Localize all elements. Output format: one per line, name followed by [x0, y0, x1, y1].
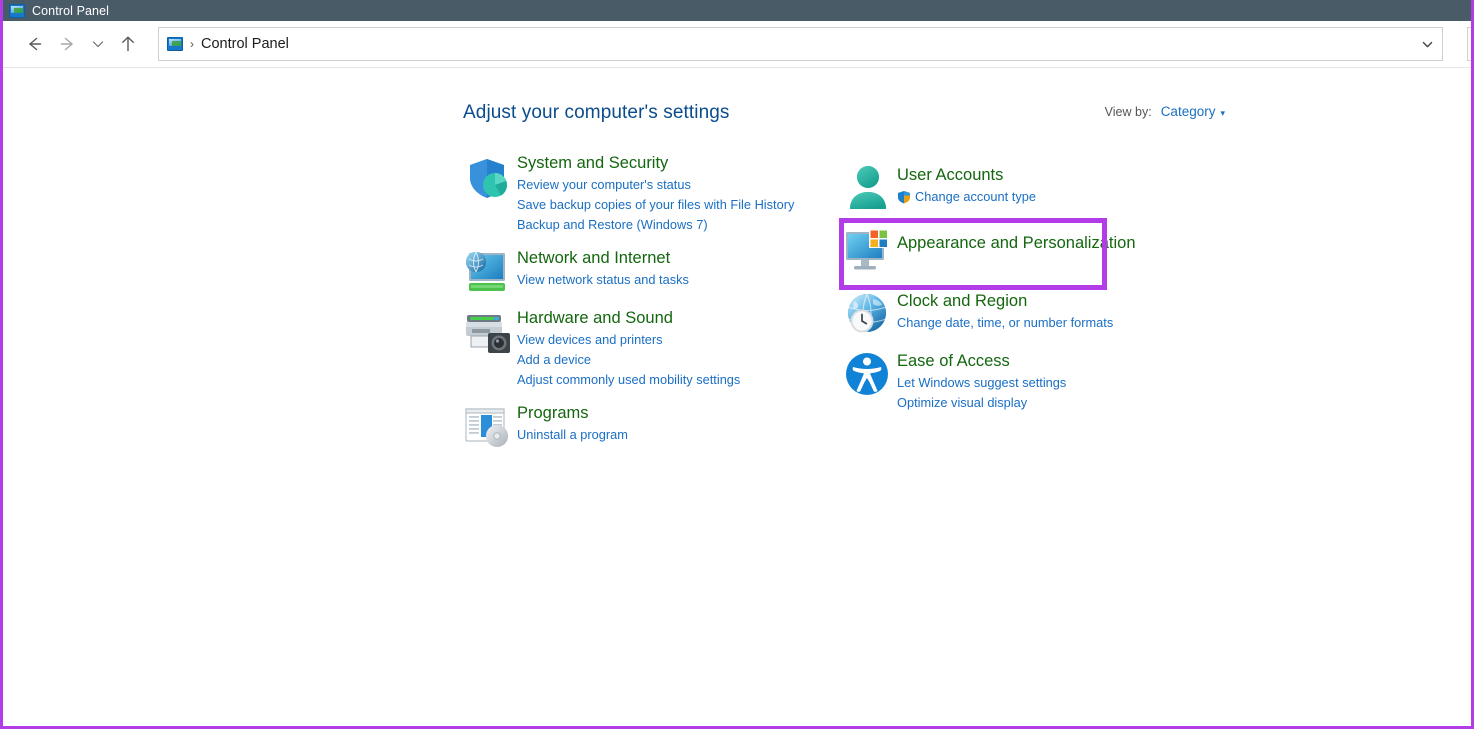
chevron-down-icon[interactable]: ▾ [1220, 108, 1225, 119]
chevron-down-icon[interactable] [1412, 28, 1442, 60]
category-body: Ease of Access Let Windows suggest setti… [897, 348, 1066, 413]
category-body: Programs Uninstall a program [517, 402, 628, 450]
category-link[interactable]: Optimize visual display [897, 393, 1066, 413]
link-text[interactable]: Add a device [517, 350, 591, 370]
category-link[interactable]: Let Windows suggest settings [897, 373, 1066, 393]
category-hardware-and-sound[interactable]: Hardware and Sound View devices and prin… [463, 307, 833, 390]
category-title[interactable]: Appearance and Personalization [897, 232, 1136, 254]
up-arrow-icon[interactable] [111, 27, 145, 61]
shield-security-icon [463, 152, 517, 235]
category-title[interactable]: Hardware and Sound [517, 307, 740, 329]
category-body: Clock and Region Change date, time, or n… [897, 288, 1113, 338]
recent-locations-chevron-icon[interactable] [85, 27, 111, 61]
link-text[interactable]: Adjust commonly used mobility settings [517, 370, 740, 390]
link-text[interactable]: View devices and printers [517, 330, 663, 350]
category-column-right: User Accounts Change account type Appear… [843, 152, 1203, 421]
category-system-and-security[interactable]: System and Security Review your computer… [463, 152, 833, 235]
page-title: Adjust your computer's settings [463, 102, 730, 123]
forward-arrow-icon[interactable] [51, 27, 85, 61]
category-network-and-internet[interactable]: Network and Internet View network status… [463, 247, 833, 295]
control-panel-window: Control Panel › Control Panel Adjust you… [0, 0, 1474, 729]
link-text[interactable]: Optimize visual display [897, 393, 1027, 413]
category-title[interactable]: User Accounts [897, 164, 1036, 186]
view-by-control: View by: Category ▾ [1105, 104, 1225, 119]
link-text[interactable]: Let Windows suggest settings [897, 373, 1066, 393]
category-link[interactable]: View devices and printers [517, 330, 740, 350]
link-text[interactable]: View network status and tasks [517, 270, 689, 290]
clock-globe-icon [843, 288, 897, 338]
link-text[interactable]: Save backup copies of your files with Fi… [517, 195, 794, 215]
view-by-label: View by: [1104, 105, 1152, 119]
breadcrumb[interactable]: Control Panel [201, 36, 289, 52]
breadcrumb-separator: › [190, 37, 194, 51]
category-body: Appearance and Personalization [897, 226, 1136, 274]
control-panel-icon [167, 37, 183, 51]
link-text[interactable]: Backup and Restore (Windows 7) [517, 215, 708, 235]
category-link[interactable]: Uninstall a program [517, 425, 628, 445]
category-link[interactable]: Adjust commonly used mobility settings [517, 370, 740, 390]
appearance-monitor-icon [843, 226, 897, 274]
category-clock-and-region[interactable]: Clock and Region Change date, time, or n… [843, 288, 1203, 338]
category-link[interactable]: Add a device [517, 350, 740, 370]
link-text[interactable]: Change date, time, or number formats [897, 313, 1113, 333]
navigation-toolbar: › Control Panel [3, 21, 1471, 68]
category-user-accounts[interactable]: User Accounts Change account type [843, 160, 1203, 212]
category-title[interactable]: System and Security [517, 152, 794, 174]
category-title[interactable]: Clock and Region [897, 290, 1113, 312]
network-globe-monitor-icon [463, 247, 517, 295]
control-panel-content: Adjust your computer's settings View by:… [3, 68, 1471, 726]
category-body: System and Security Review your computer… [517, 152, 794, 235]
window-title: Control Panel [32, 3, 110, 18]
category-body: Network and Internet View network status… [517, 247, 689, 295]
view-by-value[interactable]: Category [1161, 104, 1216, 119]
window-title-bar: Control Panel [3, 0, 1471, 21]
category-programs[interactable]: Programs Uninstall a program [463, 402, 833, 450]
link-text[interactable]: Uninstall a program [517, 425, 628, 445]
link-text[interactable]: Review your computer's status [517, 175, 691, 195]
category-column-left: System and Security Review your computer… [463, 152, 833, 458]
category-ease-of-access[interactable]: Ease of Access Let Windows suggest setti… [843, 348, 1203, 413]
link-text[interactable]: Change account type [915, 187, 1036, 207]
category-link[interactable]: View network status and tasks [517, 270, 689, 290]
search-box[interactable] [1467, 27, 1471, 61]
uac-shield-icon [897, 190, 911, 204]
category-link[interactable]: Review your computer's status [517, 175, 794, 195]
programs-disc-icon [463, 402, 517, 450]
category-body: Hardware and Sound View devices and prin… [517, 307, 740, 390]
category-title[interactable]: Ease of Access [897, 350, 1066, 372]
category-link[interactable]: Backup and Restore (Windows 7) [517, 215, 794, 235]
category-title[interactable]: Programs [517, 402, 628, 424]
category-link[interactable]: Save backup copies of your files with Fi… [517, 195, 794, 215]
address-bar[interactable]: › Control Panel [158, 27, 1443, 61]
category-title[interactable]: Network and Internet [517, 247, 689, 269]
category-appearance-and-personalization[interactable]: Appearance and Personalization [843, 226, 1203, 274]
back-arrow-icon[interactable] [17, 27, 51, 61]
printer-camera-icon [463, 307, 517, 390]
control-panel-icon [9, 3, 25, 18]
category-link[interactable]: Change date, time, or number formats [897, 313, 1113, 333]
category-body: User Accounts Change account type [897, 160, 1036, 212]
user-accounts-person-icon [843, 160, 897, 212]
category-link[interactable]: Change account type [897, 187, 1036, 207]
ease-of-access-icon [843, 348, 897, 413]
